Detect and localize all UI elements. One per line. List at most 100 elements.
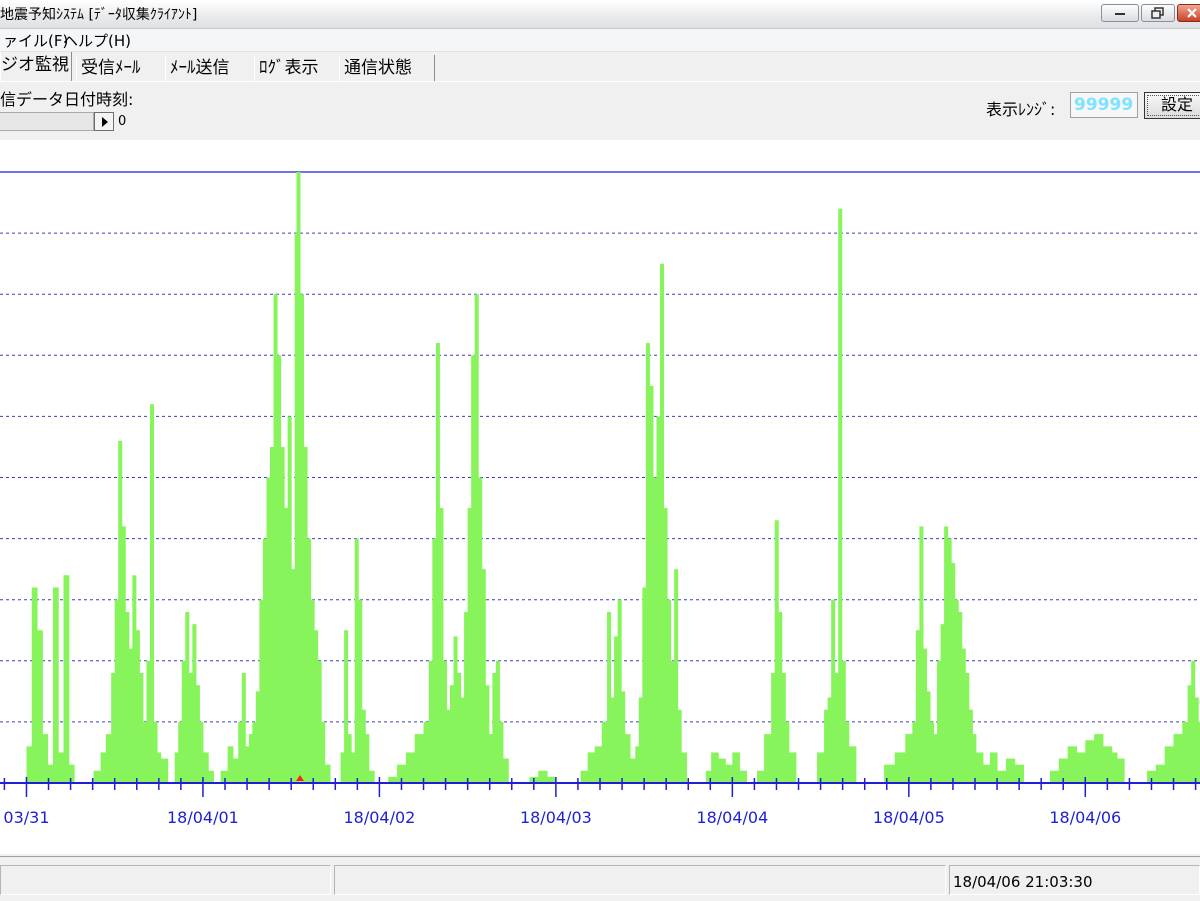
- minimize-button[interactable]: [1101, 4, 1139, 22]
- datetime-slider-track[interactable]: [0, 112, 94, 131]
- data-bar: [1182, 721, 1189, 783]
- data-bar: [63, 575, 70, 783]
- x-tick-label: 18/04/03: [520, 808, 592, 827]
- window-title: 地震予知ｼｽﾃﾑ [ﾃﾞｰﾀ収集ｸﾗｲｱﾝﾄ]: [0, 7, 198, 23]
- data-bar: [831, 599, 836, 783]
- data-bar: [142, 721, 147, 783]
- data-bar: [1094, 734, 1104, 783]
- data-bar: [291, 569, 296, 783]
- data-bar: [771, 673, 776, 783]
- geo-monitor-chart-area: 03/31 18/04/01 18/04/02 18/04/03 18/04/04 18/…: [0, 140, 1200, 854]
- tab-send-mail[interactable]: ﾒｰﾙ送信: [165, 55, 255, 81]
- restore-icon: [1151, 7, 1164, 19]
- data-bar: [975, 752, 984, 783]
- data-bar: [485, 685, 490, 783]
- data-bar: [37, 630, 43, 783]
- data-bar: [280, 446, 285, 783]
- data-bar: [930, 721, 935, 783]
- data-bar: [649, 385, 654, 783]
- tab-bar: ジオ監視 受信ﾒｰﾙ ﾒｰﾙ送信 ﾛｸﾞ表示 通信状態: [0, 52, 1200, 82]
- data-bar: [432, 538, 437, 783]
- data-bar: [781, 673, 786, 783]
- data-bar: [499, 721, 504, 783]
- status-bar: 18/04/06 21:03:30: [0, 856, 1200, 901]
- data-bar: [944, 526, 949, 783]
- data-bar: [474, 294, 479, 783]
- data-bar: [241, 673, 246, 783]
- arrow-right-icon: [102, 117, 108, 127]
- data-bar: [912, 721, 917, 783]
- status-pane-2: [334, 865, 946, 895]
- data-bar: [195, 685, 200, 783]
- data-bar: [105, 734, 112, 783]
- control-row: 信データ日付時刻: 0 表示ﾚﾝｼﾞ: 設定: [0, 82, 1200, 140]
- data-bar: [621, 691, 626, 783]
- restore-button[interactable]: [1141, 4, 1175, 22]
- data-bar: [199, 721, 204, 783]
- data-bar: [344, 630, 349, 783]
- data-bar: [208, 770, 215, 783]
- data-bar: [277, 355, 282, 783]
- data-bar: [1050, 770, 1060, 783]
- data-bar: [1155, 764, 1166, 783]
- tab-comm-status[interactable]: 通信状態: [339, 55, 435, 81]
- data-bar: [26, 746, 33, 783]
- data-bar: [1076, 752, 1086, 783]
- data-bar: [635, 746, 640, 783]
- set-button[interactable]: 設定: [1144, 92, 1200, 119]
- data-bar: [1005, 758, 1016, 783]
- slider-value: 0: [118, 114, 127, 129]
- close-button[interactable]: [1177, 4, 1200, 22]
- data-bar: [227, 746, 234, 783]
- data-bar: [656, 416, 661, 783]
- status-pane-1: [0, 865, 331, 895]
- data-bar: [303, 446, 308, 783]
- slider-right-button[interactable]: [94, 112, 114, 131]
- data-bar: [757, 770, 765, 783]
- data-bar: [68, 764, 75, 783]
- received-datetime-label: 信データ日付時刻:: [0, 90, 134, 109]
- x-tick-label: 18/04/06: [1049, 808, 1121, 827]
- data-bar: [358, 599, 363, 783]
- data-bar: [601, 721, 608, 783]
- data-bar: [259, 599, 264, 783]
- data-bar: [834, 673, 839, 783]
- data-bar: [100, 752, 107, 783]
- data-bar: [982, 764, 991, 783]
- tab-log-view[interactable]: ﾛｸﾞ表示: [254, 55, 340, 81]
- data-bar: [153, 721, 158, 783]
- data-bar: [972, 734, 977, 783]
- tab-received-mail[interactable]: 受信ﾒｰﾙ: [76, 55, 166, 81]
- display-range-input[interactable]: [1070, 92, 1138, 118]
- data-bar: [351, 752, 356, 783]
- data-bar: [587, 752, 596, 783]
- data-bar: [968, 709, 973, 783]
- data-bar: [614, 636, 619, 783]
- data-bar: [150, 404, 155, 783]
- data-bar: [940, 624, 945, 783]
- data-bar: [580, 770, 589, 783]
- data-bar: [933, 734, 938, 783]
- x-tick-label: 18/04/01: [167, 808, 239, 827]
- title-bar: 地震予知ｼｽﾃﾑ [ﾃﾞｰﾀ収集ｸﾗｲｱﾝﾄ]: [0, 0, 1200, 29]
- data-bar: [428, 660, 433, 783]
- data-bar: [624, 734, 631, 783]
- tab-geo-monitor[interactable]: ジオ監視: [0, 52, 72, 81]
- data-bar: [262, 538, 267, 783]
- data-bar: [845, 721, 850, 783]
- minimize-icon: [1115, 13, 1125, 15]
- data-bar: [538, 770, 548, 783]
- data-bar: [1117, 758, 1125, 783]
- data-bar: [245, 746, 250, 783]
- data-bar: [460, 697, 465, 783]
- menu-help[interactable]: ヘルプ(H): [60, 30, 134, 51]
- data-bar: [248, 734, 253, 783]
- data-bar: [310, 599, 315, 783]
- data-bar: [467, 508, 472, 783]
- data-bar: [317, 660, 322, 783]
- data-bar: [1085, 740, 1095, 783]
- data-bar: [495, 660, 500, 783]
- data-bar: [915, 630, 920, 783]
- data-bar: [947, 538, 952, 783]
- data-bar: [1173, 734, 1183, 783]
